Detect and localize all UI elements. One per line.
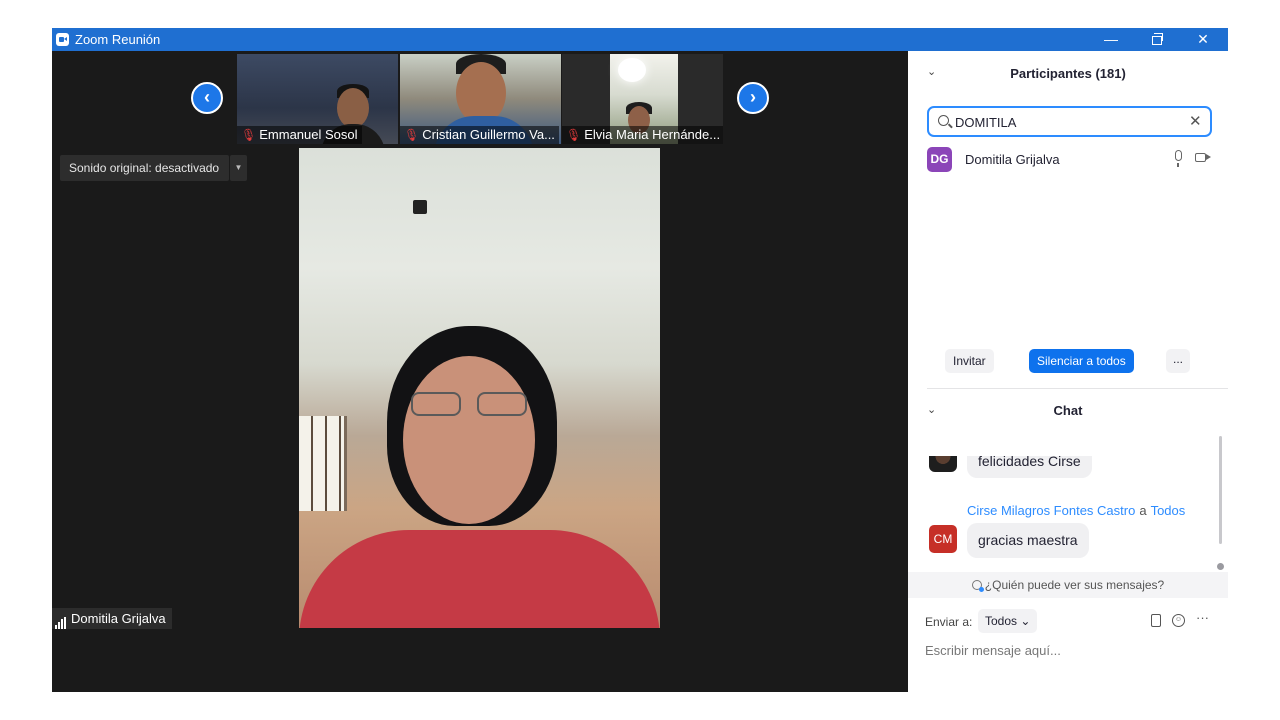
participant-name: Cristian Guillermo Va... — [422, 127, 555, 142]
video-camera-icon[interactable] — [1195, 153, 1211, 162]
zoom-logo-icon — [56, 33, 69, 46]
chat-message-bubble: felicidades Cirse — [967, 456, 1092, 478]
thumbnail-name-tag: 🎙 Cristian Guillermo Va... — [400, 126, 559, 144]
close-button[interactable]: ✕ — [1180, 28, 1226, 51]
background-window — [299, 416, 347, 511]
participants-title: Participantes (181) — [1010, 66, 1126, 81]
participant-search-input[interactable] — [955, 113, 1175, 131]
chat-message-header: Cirse Milagros Fontes Castro a Todos — [967, 503, 1185, 518]
minimize-button[interactable]: — — [1088, 28, 1134, 51]
chat-message-list[interactable]: felicidades Cirse Cirse Milagros Fontes … — [908, 456, 1228, 574]
message-to-word: a — [1139, 503, 1147, 518]
side-panel: ⌄ Participantes (181) ✕ DG Domitila Grij… — [908, 51, 1228, 692]
muted-mic-icon: 🎙 — [241, 128, 257, 142]
emoji-icon[interactable]: ☺ — [1172, 614, 1185, 627]
active-speaker-name: Domitila Grijalva — [71, 611, 166, 626]
panel-divider — [927, 388, 1228, 389]
chat-message-bubble: gracias maestra — [967, 523, 1089, 558]
clear-search-button[interactable]: ✕ — [1189, 112, 1202, 130]
signal-strength-icon — [55, 608, 67, 629]
participant-avatar: DG — [927, 147, 952, 172]
window-title: Zoom Reunión — [75, 32, 161, 47]
muted-mic-icon: 🎙 — [404, 128, 420, 142]
participant-search-box[interactable]: ✕ — [927, 106, 1212, 137]
restore-button[interactable] — [1134, 28, 1180, 51]
zoom-meeting-window: Zoom Reunión — ✕ ‹ 🎙 Emmanuel Sosol 🎙 Cris… — [52, 28, 1228, 692]
video-thumbnail[interactable]: 🎙 Cristian Guillermo Va... — [400, 54, 561, 144]
active-speaker-name-tag: Domitila Grijalva — [52, 608, 172, 629]
participant-row[interactable]: DG Domitila Grijalva — [908, 145, 1228, 175]
avatar: CM — [929, 525, 957, 553]
chat-scrollbar[interactable] — [1219, 436, 1222, 544]
video-area: ‹ 🎙 Emmanuel Sosol 🎙 Cristian Guillermo Va… — [52, 51, 908, 692]
message-recipient-link[interactable]: Todos — [1151, 503, 1186, 518]
title-bar: Zoom Reunión — ✕ — [52, 28, 1228, 51]
participant-name: Elvia Maria Hernánde... — [584, 127, 721, 142]
participant-name: Emmanuel Sosol — [259, 127, 358, 142]
participants-more-button[interactable]: ... — [1166, 349, 1190, 373]
send-to-label: Enviar a: — [925, 615, 973, 629]
search-icon — [938, 115, 949, 126]
muted-mic-icon: 🎙 — [566, 128, 582, 142]
file-icon[interactable] — [1151, 614, 1161, 627]
original-sound-button[interactable]: Sonido original: desactivado — [60, 155, 229, 181]
previous-page-button[interactable]: ‹ — [191, 82, 223, 114]
video-thumbnail[interactable]: 🎙 Elvia Maria Hernánde... — [562, 54, 723, 144]
chat-scroll-thumb[interactable] — [1217, 563, 1224, 570]
user-visibility-icon — [971, 580, 984, 592]
avatar — [929, 456, 957, 472]
more-options-icon[interactable]: ··· — [1196, 610, 1209, 625]
participants-header: ⌄ Participantes (181) — [908, 51, 1228, 95]
active-speaker-video[interactable] — [299, 148, 660, 628]
chat-message-input[interactable] — [925, 640, 1215, 660]
who-can-see-messages-link[interactable]: ¿Quién puede ver sus mensajes? — [908, 572, 1228, 598]
video-thumbnail[interactable]: 🎙 Emmanuel Sosol — [237, 54, 398, 144]
invite-button[interactable]: Invitar — [945, 349, 994, 373]
restore-icon — [1152, 33, 1163, 45]
message-sender-link[interactable]: Cirse Milagros Fontes Castro — [967, 503, 1135, 518]
next-page-button[interactable]: › — [737, 82, 769, 114]
chat-header: ⌄ Chat — [908, 401, 1228, 431]
microphone-icon[interactable] — [1175, 150, 1182, 167]
thumbnail-name-tag: 🎙 Elvia Maria Hernánde... — [562, 126, 723, 144]
mute-all-button[interactable]: Silenciar a todos — [1029, 349, 1134, 373]
thumbnail-name-tag: 🎙 Emmanuel Sosol — [237, 126, 362, 144]
send-to-dropdown[interactable]: Todos ⌄ — [978, 609, 1038, 633]
chat-title: Chat — [1053, 403, 1083, 418]
who-can-see-text: ¿Quién puede ver sus mensajes? — [984, 578, 1165, 592]
original-sound-dropdown[interactable]: ▼ — [230, 155, 247, 181]
participant-name: Domitila Grijalva — [965, 152, 1060, 167]
